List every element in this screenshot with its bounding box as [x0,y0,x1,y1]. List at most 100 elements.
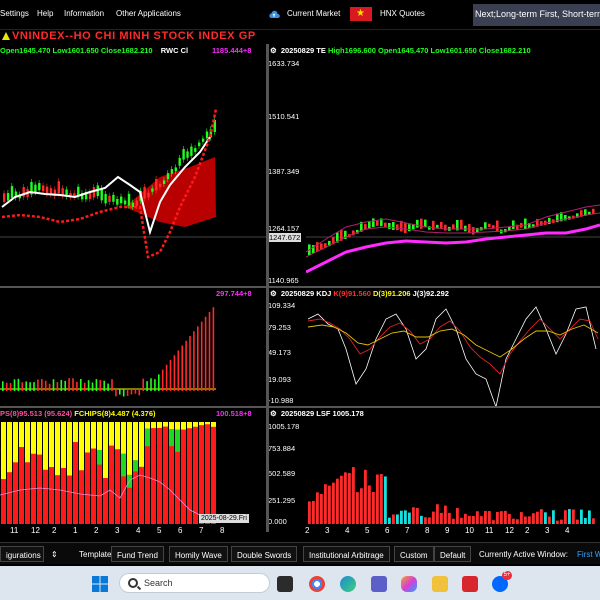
chips-bar-yellow [55,422,60,476]
chips-bar-yellow [139,422,144,467]
te-candle [440,221,443,229]
osc-bar [111,379,113,391]
lsf-bar [372,491,375,524]
menu-bar: Settings Help Information Other Applicat… [0,0,600,30]
left-x-tick: 11 [10,526,19,535]
main-candle [178,157,181,166]
te-price-chart[interactable] [306,57,600,285]
menu-other-applications[interactable]: Other Applications [116,9,181,18]
panel-divider-vertical[interactable] [266,44,269,532]
windows-start-icon[interactable] [92,576,108,592]
menu-help[interactable]: Help [37,9,53,18]
lsf-chart[interactable] [306,420,600,528]
chips-bar-yellow [193,422,198,427]
chrome-icon[interactable] [309,576,325,592]
osc-bar [142,378,144,391]
vietnam-flag-icon[interactable]: ★ [350,7,372,21]
tab-custom[interactable]: Custom [394,546,434,562]
chips-bar-yellow [181,422,186,430]
lsf-bar [556,520,559,524]
te-candle [460,219,463,230]
chips-bar-yellow [37,422,42,455]
tab-fund-trend[interactable]: Fund Trend [111,546,164,562]
menu-current-market[interactable]: Current Market [287,9,340,18]
tab-default[interactable]: Default [434,546,472,562]
right-x-tick: 10 [465,526,474,535]
panel-divider-1[interactable] [0,286,600,288]
menu-information[interactable]: Information [64,9,104,18]
te-panel-header: ⚙ 20250829 TE High1696.600 Open1645.470 … [270,46,531,55]
oscillator-chart[interactable] [0,299,266,407]
te-candle [548,217,551,225]
tab-double-swords[interactable]: Double Swords [231,546,298,562]
folder-icon[interactable] [432,576,448,592]
notification-badge: 5+ [502,571,512,580]
chips-bar-yellow [127,422,132,475]
chips-bar-green [121,453,126,477]
teams-icon[interactable] [371,576,387,592]
taskbar-search[interactable]: Search [119,573,270,593]
lsf-bar [356,492,359,524]
chips-chart[interactable] [0,420,266,528]
lsf-bar [436,504,439,524]
osc-bar [48,383,51,391]
gear-icon[interactable]: ⚙ [270,289,277,298]
edge-icon[interactable] [340,576,356,592]
left-x-tick: 2 [52,526,57,535]
te-candle [408,224,411,232]
osc-bar [2,381,4,391]
osc-bar [161,369,164,391]
tab-homily-wave[interactable]: Homily Wave [169,546,228,562]
right-x-tick: 3 [545,526,550,535]
lsf-bar [496,511,499,524]
kdj-chart[interactable] [306,299,600,407]
lsf-bar [492,520,495,524]
osc-bar [64,380,66,391]
osc-bar [95,379,98,391]
main-candle [198,142,201,147]
menu-settings[interactable]: Settings [0,9,29,18]
chips-bar-red [199,422,204,524]
news-ticker[interactable]: Next;Long-term First, Short-term [473,4,600,26]
tab-configurations[interactable]: igurations [0,546,44,562]
lsf-bar [336,478,339,524]
te-candle [432,220,435,230]
tab-first-window[interactable]: First W [572,546,600,562]
tab-institutional-arbitrage[interactable]: Institutional Arbitrage [303,546,390,562]
lsf-panel-header: ⚙ 20250829 LSF 1005.178 [270,409,364,418]
lsf-bar [472,515,475,524]
copilot-icon[interactable] [401,576,417,592]
sort-arrows-icon[interactable]: ⇕ [46,546,63,562]
main-price-chart[interactable] [0,57,266,285]
lsf-bar [512,518,515,524]
lsf-bar [508,514,511,524]
lsf-bar [396,514,399,524]
trading-app-icon[interactable] [462,576,478,592]
chips-bar-red [205,422,210,524]
task-view-icon[interactable] [277,576,293,592]
main-candle [34,184,37,193]
panel-divider-2[interactable] [0,406,600,408]
osc-bar [37,379,39,391]
osc-bar [13,379,16,391]
te-candle [444,224,447,231]
gear-icon[interactable]: ⚙ [270,46,277,55]
osc-bar [41,379,43,391]
te-candle [376,220,379,226]
main-candle [104,193,107,204]
lsf-bar [352,467,355,524]
lsf-bar [528,516,531,524]
lsf-bar [460,517,463,524]
menu-hnx-quotes[interactable]: HNX Quotes [380,9,425,18]
right-x-tick: 12 [505,526,514,535]
osc-bar [130,389,133,395]
osc-bar [173,355,176,391]
osc-bar [185,340,187,391]
right-x-tick: 7 [405,526,410,535]
gear-icon[interactable]: ⚙ [270,409,277,418]
chips-bar-green [145,428,150,447]
lsf-bar [476,511,479,524]
chips-bar-yellow [163,422,168,427]
chips-bar-yellow [79,422,84,471]
chips-bar-yellow [103,422,108,478]
